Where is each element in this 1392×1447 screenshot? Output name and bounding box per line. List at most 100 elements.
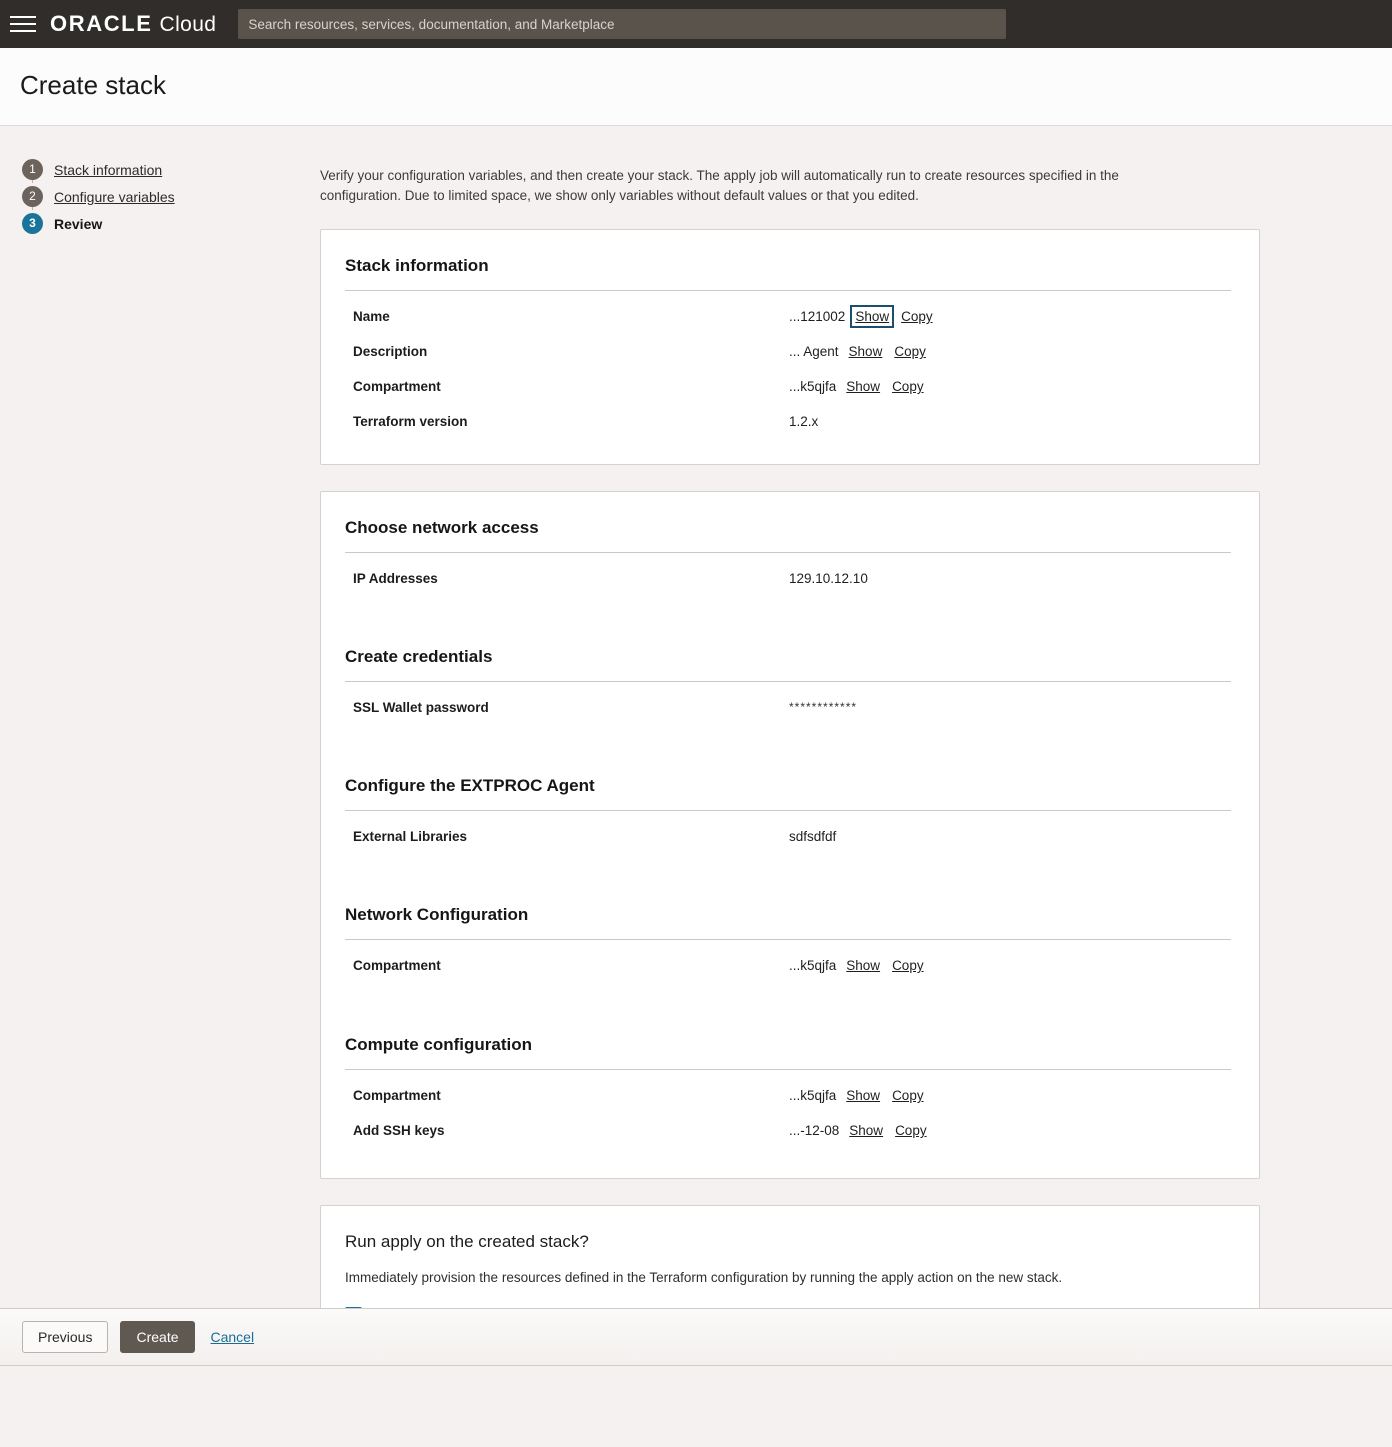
bottom-spacer (320, 1377, 1260, 1447)
summary-row-value: sdfsdfdf (789, 829, 836, 844)
variable-section-heading: Network Configuration (345, 905, 1231, 925)
value-text: ...121002 (789, 309, 845, 324)
summary-row: External Librariessdfsdfdf (345, 819, 1231, 853)
main-content: Verify your configuration variables, and… (320, 126, 1380, 1447)
show-link[interactable]: Show (844, 378, 882, 395)
summary-row-value: ...k5qjfa Show Copy (789, 378, 926, 395)
summary-row: IP Addresses129.10.12.10 (345, 561, 1231, 595)
summary-row: Compartment...k5qjfa Show Copy (345, 948, 1231, 983)
page-title-bar: Create stack (0, 48, 1392, 126)
heading-divider (345, 939, 1231, 940)
summary-row-label: Compartment (345, 958, 789, 973)
hamburger-bar (10, 30, 36, 32)
value-text: ...k5qjfa (789, 1088, 836, 1103)
summary-row-value: ************ (789, 700, 857, 714)
copy-link[interactable]: Copy (899, 308, 935, 325)
summary-row-label: Add SSH keys (345, 1123, 789, 1138)
intro-text: Verify your configuration variables, and… (320, 166, 1160, 205)
variable-section-heading: Create credentials (345, 647, 1231, 667)
variable-section-heading: Configure the EXTPROC Agent (345, 776, 1231, 796)
hamburger-bar (10, 23, 36, 25)
copy-link[interactable]: Copy (890, 378, 926, 395)
run-apply-description: Immediately provision the resources defi… (345, 1270, 1231, 1285)
variable-section: Network Configuration Compartment...k5qjf… (345, 905, 1231, 983)
step-number-badge: 2 (22, 186, 43, 207)
sidebar-step-label[interactable]: Configure variables (54, 189, 175, 205)
copy-link[interactable]: Copy (892, 343, 928, 360)
summary-row-value: ...k5qjfa Show Copy (789, 957, 926, 974)
global-search-input[interactable] (238, 9, 1006, 39)
cancel-link[interactable]: Cancel (207, 1322, 259, 1352)
heading-divider (345, 810, 1231, 811)
page-title: Create stack (20, 70, 1392, 101)
variable-section: Configure the EXTPROC Agent External Libr… (345, 776, 1231, 853)
summary-row-label: Compartment (345, 1088, 789, 1103)
summary-row: Compartment...k5qjfa Show Copy (345, 369, 1231, 404)
variable-section-heading: Choose network access (345, 518, 1231, 538)
sidebar-step-label: Review (54, 216, 102, 232)
value-text: sdfsdfdf (789, 829, 836, 844)
hamburger-bar (10, 16, 36, 18)
value-text: 1.2.x (789, 414, 818, 429)
variable-section: Choose network access IP Addresses129.10.… (345, 518, 1231, 595)
wizard-action-bar: Previous Create Cancel (0, 1308, 1392, 1366)
show-link[interactable]: Show (844, 957, 882, 974)
summary-row-label: IP Addresses (345, 571, 789, 586)
summary-row-value: 129.10.12.10 (789, 571, 868, 586)
summary-row-value: 1.2.x (789, 414, 818, 429)
masked-value: ************ (789, 700, 857, 714)
value-text: ... Agent (789, 344, 839, 359)
show-link[interactable]: Show (847, 1122, 885, 1139)
value-text: ...k5qjfa (789, 379, 836, 394)
sidebar-step-1[interactable]: 1 Stack information (22, 156, 320, 183)
summary-row-value: ...121002 Show Copy (789, 308, 935, 325)
summary-row-value: ...k5qjfa Show Copy (789, 1087, 926, 1104)
summary-row: Compartment...k5qjfa Show Copy (345, 1078, 1231, 1113)
copy-link[interactable]: Copy (890, 957, 926, 974)
step-number-badge: 1 (22, 159, 43, 180)
summary-row-label: Name (345, 309, 789, 324)
summary-row-label: Terraform version (345, 414, 789, 429)
summary-row: Add SSH keys...-12-08 Show Copy (345, 1113, 1231, 1148)
show-link[interactable]: Show (847, 343, 885, 360)
variable-section-heading: Compute configuration (345, 1035, 1231, 1055)
variable-section: Compute configuration Compartment...k5qjf… (345, 1035, 1231, 1148)
page-body: 1Stack information2Configure variables3R… (0, 126, 1392, 1447)
brand-oracle-text: ORACLE (50, 11, 153, 37)
heading-divider (345, 1069, 1231, 1070)
value-text: ...-12-08 (789, 1123, 839, 1138)
sidebar-step-3: 3 Review (22, 210, 320, 237)
summary-row-label: Description (345, 344, 789, 359)
hamburger-icon[interactable] (10, 11, 36, 37)
oracle-cloud-logo[interactable]: ORACLE Cloud (50, 11, 216, 37)
run-apply-heading: Run apply on the created stack? (345, 1232, 1231, 1252)
step-number-badge: 3 (22, 213, 43, 234)
wizard-steps-sidebar: 1 Stack information 2 Configure variables 3R… (0, 126, 320, 237)
value-text: ...k5qjfa (789, 958, 836, 973)
brand-cloud-text: Cloud (160, 13, 217, 37)
variable-section: Create credentials SSL Wallet password***… (345, 647, 1231, 724)
copy-link[interactable]: Copy (893, 1122, 929, 1139)
sidebar-step-2[interactable]: 2 Configure variables (22, 183, 320, 210)
create-button[interactable]: Create (120, 1321, 194, 1354)
summary-row-label: External Libraries (345, 829, 789, 844)
summary-row-label: Compartment (345, 379, 789, 394)
summary-row: Description... Agent Show Copy (345, 334, 1231, 369)
stack-information-card: Stack information Name...121002ShowCopyD… (320, 229, 1260, 465)
heading-divider (345, 290, 1231, 291)
show-link[interactable]: Show (853, 308, 891, 325)
summary-row: SSL Wallet password************ (345, 690, 1231, 724)
copy-link[interactable]: Copy (890, 1087, 926, 1104)
summary-row: Name...121002 Show Copy (345, 299, 1231, 334)
previous-button[interactable]: Previous (22, 1321, 108, 1354)
summary-row: Terraform version1.2.x (345, 404, 1231, 438)
stack-information-heading: Stack information (345, 256, 1231, 276)
configured-variables-card: Choose network access IP Addresses129.10.… (320, 491, 1260, 1179)
summary-row-label: SSL Wallet password (345, 700, 789, 715)
sidebar-step-label[interactable]: Stack information (54, 162, 162, 178)
value-text: 129.10.12.10 (789, 571, 868, 586)
show-link[interactable]: Show (844, 1087, 882, 1104)
summary-row-value: ... Agent Show Copy (789, 343, 928, 360)
global-header: ORACLE Cloud (0, 0, 1392, 48)
summary-row-value: ...-12-08 Show Copy (789, 1122, 929, 1139)
